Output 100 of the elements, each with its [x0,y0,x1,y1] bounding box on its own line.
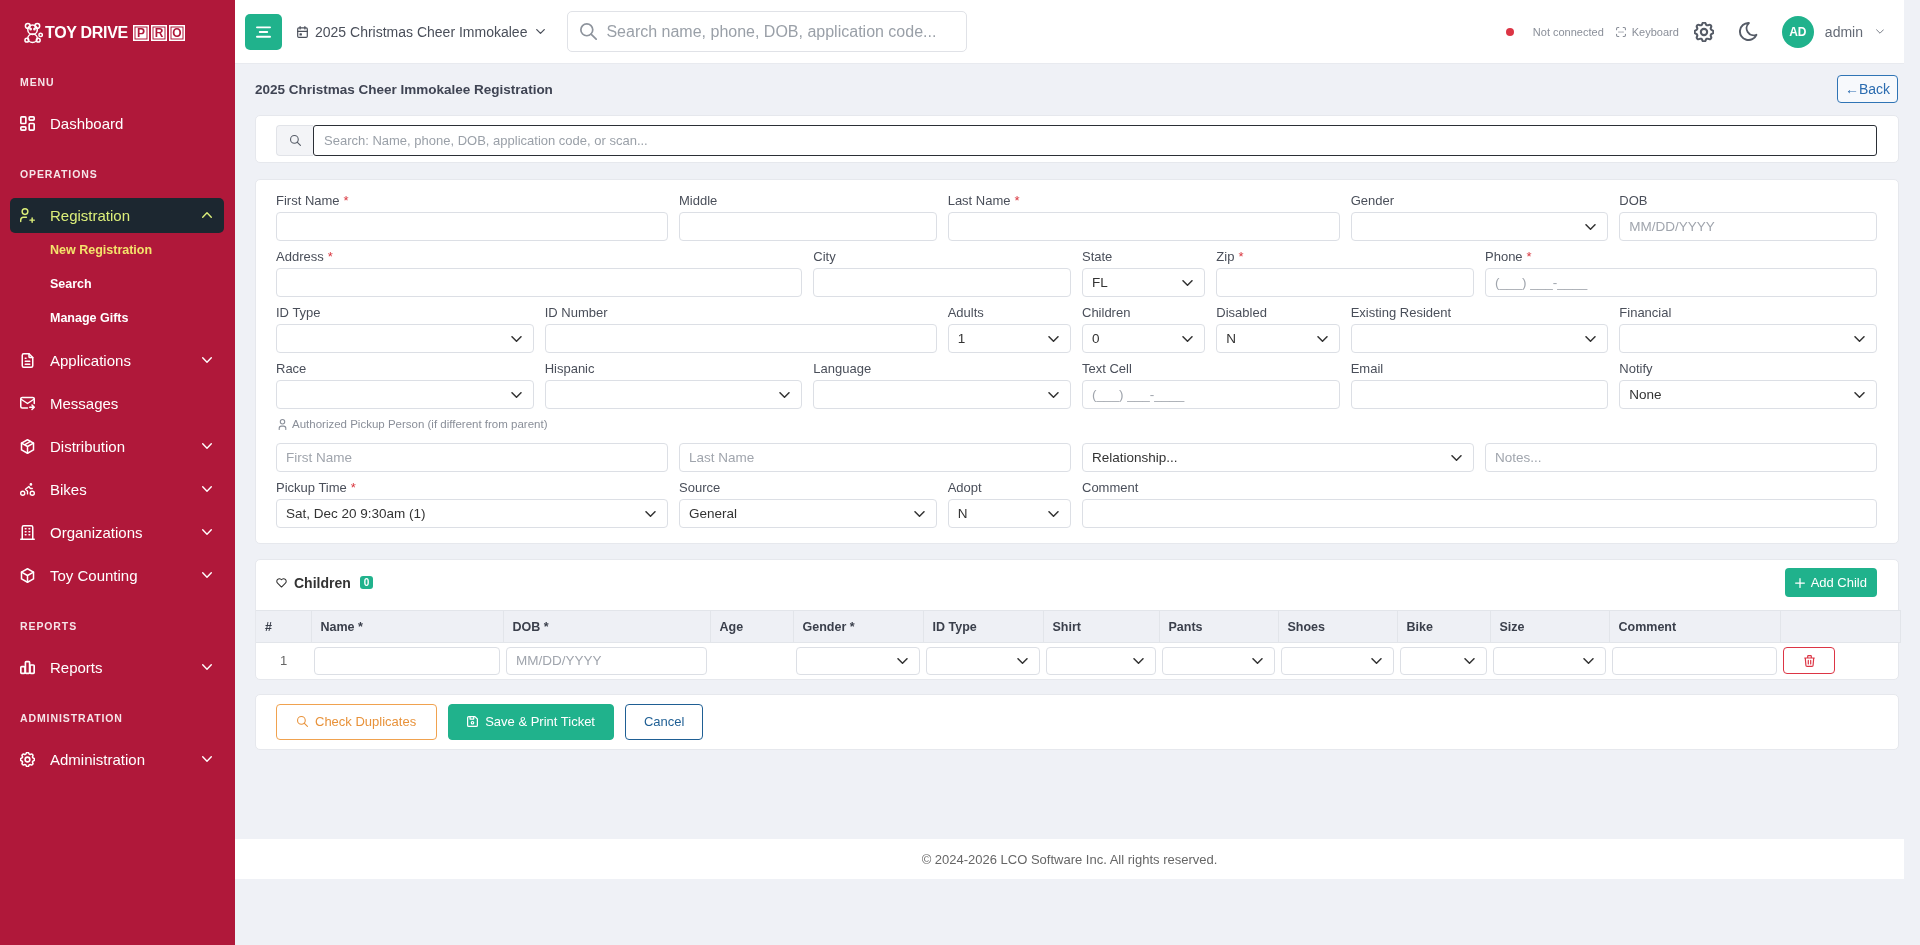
input-field[interactable] [1612,646,1777,675]
sidebar-subitem[interactable]: New Registration [10,232,224,267]
sidebar-item[interactable]: Distribution [10,428,224,464]
field-label: Disabled [1216,305,1268,320]
dropdown-field[interactable] [1162,646,1275,675]
plus-icon [1794,577,1805,588]
chevron-down-icon [645,510,656,517]
dropdown-field[interactable] [1281,646,1394,675]
sidebar-item[interactable]: Registration [10,197,224,233]
logo-letter-tile: O [168,25,185,41]
column-header: Bike [1397,610,1490,643]
dropdown-field[interactable]: N [1216,324,1340,353]
delete-button[interactable] [1783,647,1835,675]
field-label: Children [1082,305,1132,320]
connection-status: Not connected [1532,25,1604,38]
chevron-down-icon [1583,657,1594,664]
input-field[interactable]: MM/DD/YYYY [1619,212,1877,241]
dropdown-field[interactable]: N [947,499,1071,528]
input-field[interactable] [813,268,1071,297]
search-icon [297,716,308,727]
trash-icon [1803,654,1815,667]
back-button[interactable]: ←Back [1836,75,1898,103]
sidebar-item[interactable]: Administration [10,741,224,777]
dropdown-field[interactable]: 1 [947,324,1071,353]
input-field[interactable] [1216,268,1474,297]
dropdown-field[interactable] [276,380,534,409]
chevron-down-icon [1371,657,1382,664]
field-label: Financial [1619,305,1673,320]
sidebar-item[interactable]: Messages [10,385,224,421]
dropdown-field[interactable] [1350,212,1609,241]
sidebar-item[interactable]: Organizations [10,514,224,550]
dropdown-field[interactable] [796,646,920,675]
field-label: DOB [1619,193,1649,208]
sidebar-item[interactable]: Bikes [10,471,224,507]
input-field[interactable] [947,212,1340,241]
search-input[interactable]: Search: Name, phone, DOB, application code, or scan... [313,125,1877,156]
sidebar-item[interactable]: Applications [10,342,224,378]
input-field[interactable] [1082,499,1877,528]
chevron-down-icon [1133,657,1144,664]
input-field[interactable] [314,646,500,675]
chevron-down-icon [1585,223,1597,230]
sidebar-item[interactable]: Reports [10,649,224,685]
dropdown-field[interactable] [1400,646,1487,675]
input-field[interactable]: First Name [276,443,668,472]
field-label: Adults [947,305,985,320]
dropdown-field[interactable] [1619,324,1877,353]
dropdown-field[interactable]: General [679,499,937,528]
dropdown-field[interactable]: Relationship... [1082,443,1474,472]
column-header: Comment [1609,610,1780,643]
dropdown-field[interactable] [544,380,803,409]
dropdown-field[interactable] [926,646,1040,675]
input-field[interactable]: Last Name [679,443,1071,472]
chevron-down-icon [1017,657,1028,664]
field-label: Existing Resident [1350,305,1453,320]
chevron-down-icon [1854,391,1865,398]
field-label: City [813,249,837,264]
dropdown-field[interactable]: FL [1082,268,1206,297]
action-button[interactable]: Cancel [625,703,704,740]
chevron-down-icon [1876,29,1884,34]
dropdown-field[interactable] [1493,646,1606,675]
logo-text: TOY DRIVE [45,24,128,42]
sidebar-item[interactable]: Toy Counting [10,557,224,593]
input-field[interactable] [544,324,937,353]
dropdown-field[interactable]: None [1619,380,1877,409]
input-field[interactable] [276,268,803,297]
field-label: Phone * [1485,249,1533,264]
field-label: Gender [1350,193,1396,208]
moon-icon[interactable] [1738,22,1758,41]
input-field[interactable]: Notes... [1485,443,1877,472]
dropdown-field[interactable] [1046,646,1156,675]
column-header: Gender * [793,610,923,643]
input-field[interactable] [276,212,668,241]
keyboard-button[interactable]: Keyboard [1615,25,1679,38]
user-menu-button[interactable]: admin [1824,23,1884,40]
dropdown-field[interactable]: Sat, Dec 20 9:30am (1) [276,499,668,528]
search-field[interactable]: Search name, phone, DOB, application code... [567,11,968,52]
dropdown-field[interactable]: 0 [1082,324,1206,353]
input-field[interactable] [679,212,937,241]
menu-button[interactable] [245,13,282,50]
field-label: Middle [679,193,719,208]
input-field[interactable]: (___) ___-____ [1082,380,1340,409]
event-selector[interactable]: 2025 Christmas Cheer Immokalee [297,23,546,40]
chevron-down-icon [1252,657,1263,664]
bicycle-icon [20,481,35,497]
chevron-down-icon [1182,335,1194,342]
input-field[interactable]: (___) ___-____ [1485,268,1877,297]
sidebar-item[interactable]: Dashboard [10,105,224,141]
dropdown-field[interactable] [276,324,534,353]
input-field[interactable] [1350,380,1609,409]
dropdown-field[interactable] [1350,324,1609,353]
logo-letter-tile: P [132,25,149,41]
input-field[interactable]: MM/DD/YYYY [506,646,707,675]
search-icon [580,23,598,40]
sidebar-subitem[interactable]: Manage Gifts [10,300,224,335]
column-header: # [256,610,311,643]
settings-icon[interactable] [1693,21,1714,42]
sidebar-subitem[interactable]: Search [10,266,224,301]
dropdown-field[interactable] [813,380,1071,409]
section-heading: REPORTS [19,619,79,634]
chevron-down-icon [1451,454,1462,461]
